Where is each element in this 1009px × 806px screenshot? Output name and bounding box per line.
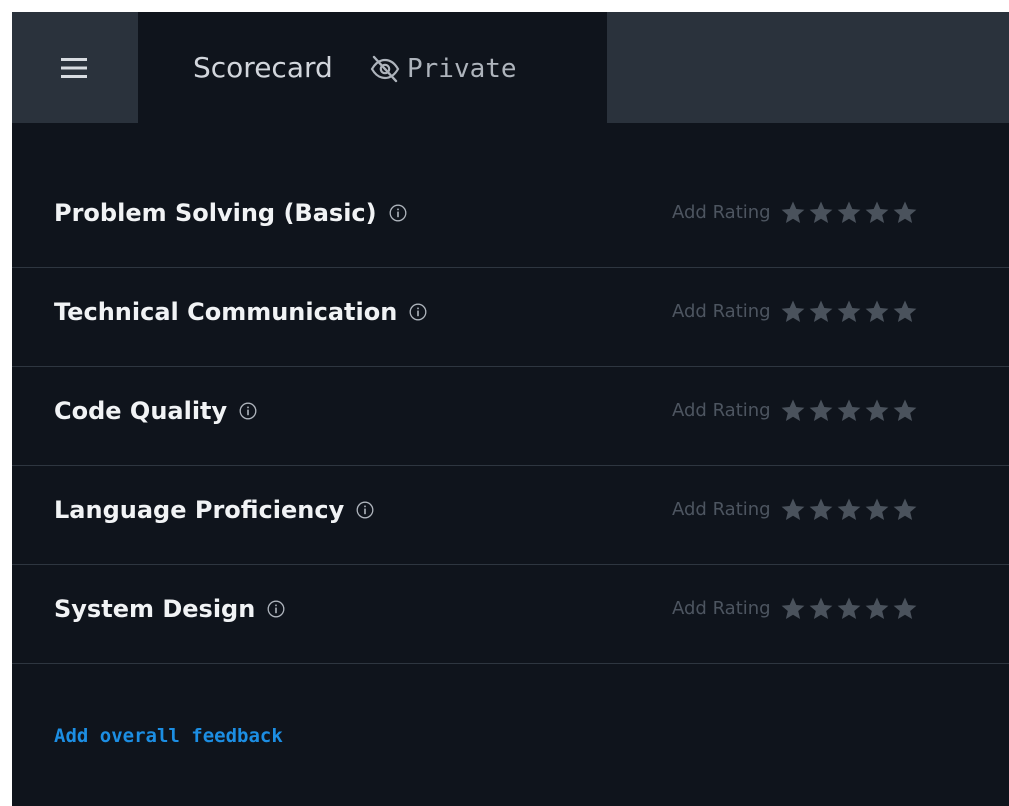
add-rating-label: Add Rating <box>672 400 771 421</box>
star-icon[interactable] <box>835 298 863 326</box>
info-icon[interactable] <box>239 402 257 420</box>
criterion-label: Language Proficiency <box>54 496 345 524</box>
star-icon[interactable] <box>835 496 863 524</box>
star-icon[interactable] <box>779 397 807 425</box>
criterion-row: Problem Solving (Basic) Add Rating <box>12 169 1009 268</box>
star-icon[interactable] <box>779 496 807 524</box>
star-icon[interactable] <box>779 595 807 623</box>
star-icon[interactable] <box>807 298 835 326</box>
star-icon[interactable] <box>807 496 835 524</box>
menu-button[interactable] <box>12 12 138 123</box>
star-icon[interactable] <box>891 298 919 326</box>
star-icon[interactable] <box>807 199 835 227</box>
add-rating-label: Add Rating <box>672 598 771 619</box>
rating-control[interactable]: Add Rating <box>672 595 919 623</box>
criterion-row: System Design Add Rating <box>12 565 1009 664</box>
star-icon[interactable] <box>807 595 835 623</box>
criterion-label-wrap: Language Proficiency <box>54 494 374 526</box>
criterion-row: Code Quality Add Rating <box>12 367 1009 466</box>
criterion-label: Code Quality <box>54 397 228 425</box>
info-icon[interactable] <box>267 600 285 618</box>
star-icon[interactable] <box>891 496 919 524</box>
star-icon[interactable] <box>891 595 919 623</box>
rating-control[interactable]: Add Rating <box>672 397 919 425</box>
scorecard-panel: Scorecard Private Problem Solving (Basic… <box>12 12 1009 806</box>
tab-scorecard[interactable]: Scorecard Private <box>138 12 607 123</box>
star-icon[interactable] <box>835 199 863 227</box>
star-rating[interactable] <box>779 496 919 524</box>
star-icon[interactable] <box>863 397 891 425</box>
star-icon[interactable] <box>863 595 891 623</box>
add-overall-feedback-link[interactable]: Add overall feedback <box>54 723 283 749</box>
criterion-row: Technical Communication Add Rating <box>12 268 1009 367</box>
add-rating-label: Add Rating <box>672 499 771 520</box>
star-icon[interactable] <box>863 496 891 524</box>
rating-control[interactable]: Add Rating <box>672 298 919 326</box>
star-icon[interactable] <box>863 298 891 326</box>
star-rating[interactable] <box>779 199 919 227</box>
rating-control[interactable]: Add Rating <box>672 199 919 227</box>
criteria-list: Problem Solving (Basic) Add Rating Techn… <box>12 169 1009 664</box>
eye-slash-icon <box>370 55 400 83</box>
info-icon[interactable] <box>356 501 374 519</box>
criterion-row: Language Proficiency Add Rating <box>12 466 1009 565</box>
criterion-label: System Design <box>54 595 256 623</box>
info-icon[interactable] <box>409 303 427 321</box>
criterion-label-wrap: Technical Communication <box>54 296 427 328</box>
criterion-label: Problem Solving (Basic) <box>54 199 377 227</box>
privacy-label: Private <box>407 54 517 84</box>
star-icon[interactable] <box>779 199 807 227</box>
hamburger-menu-icon <box>61 58 87 78</box>
star-icon[interactable] <box>863 199 891 227</box>
add-rating-label: Add Rating <box>672 301 771 322</box>
star-icon[interactable] <box>891 397 919 425</box>
star-icon[interactable] <box>807 397 835 425</box>
criterion-label: Technical Communication <box>54 298 398 326</box>
criterion-label-wrap: Code Quality <box>54 395 257 427</box>
rating-control[interactable]: Add Rating <box>672 496 919 524</box>
tab-title: Scorecard <box>193 51 333 84</box>
tab-bar: Scorecard Private <box>12 12 1009 123</box>
info-icon[interactable] <box>389 204 407 222</box>
star-icon[interactable] <box>835 595 863 623</box>
criterion-label-wrap: Problem Solving (Basic) <box>54 197 407 229</box>
add-rating-label: Add Rating <box>672 202 771 223</box>
star-icon[interactable] <box>835 397 863 425</box>
criterion-label-wrap: System Design <box>54 593 285 625</box>
star-rating[interactable] <box>779 595 919 623</box>
star-rating[interactable] <box>779 397 919 425</box>
star-icon[interactable] <box>779 298 807 326</box>
star-icon[interactable] <box>891 199 919 227</box>
star-rating[interactable] <box>779 298 919 326</box>
